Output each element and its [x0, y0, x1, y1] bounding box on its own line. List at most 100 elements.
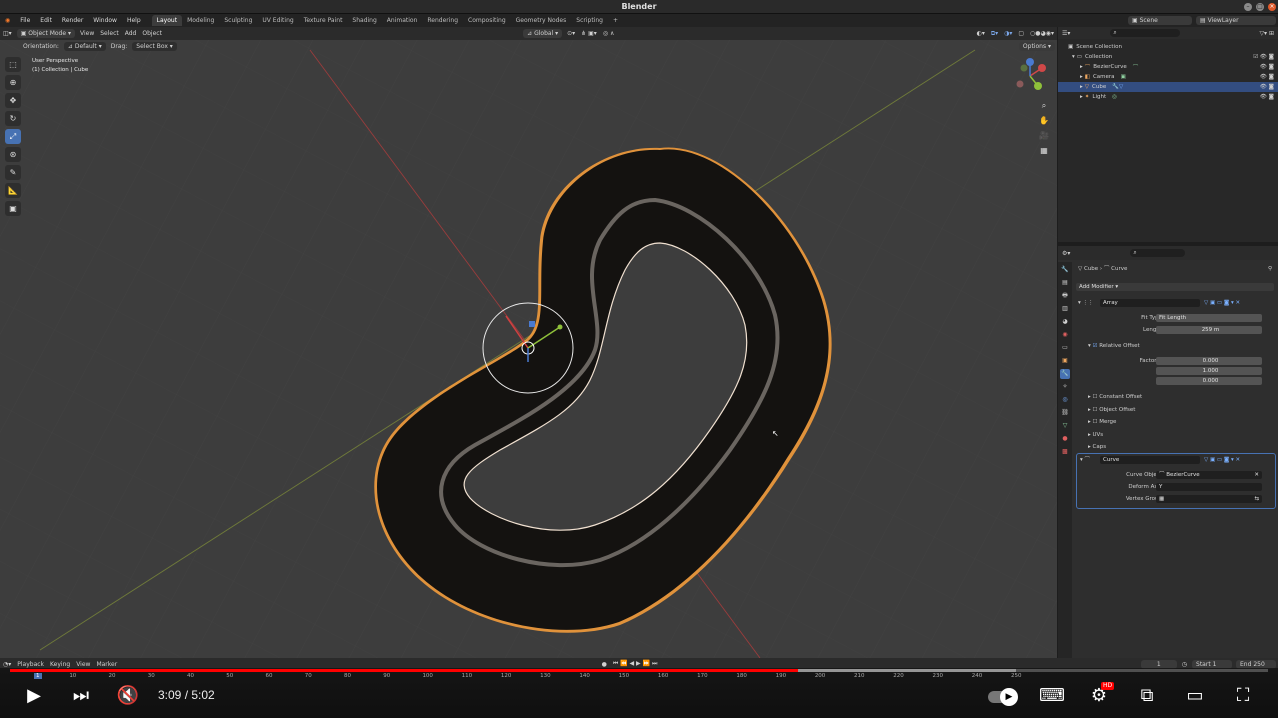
tab-texture-paint[interactable]: Texture Paint — [299, 15, 348, 26]
tab-modeling[interactable]: Modeling — [182, 15, 219, 26]
viewport-menu-view[interactable]: View — [77, 30, 97, 37]
view-layer-selector[interactable]: ▤ ViewLayer — [1196, 16, 1276, 25]
gizmo-toggle-icon[interactable]: ⧉▾ — [988, 30, 1001, 38]
next-video-icon[interactable]: ⏭ — [69, 684, 93, 708]
pan-hand-icon[interactable]: ✋ — [1038, 115, 1050, 127]
array-collapse-icon[interactable]: ▾ ⋮⋮ — [1078, 299, 1094, 307]
view-layer-tab-icon[interactable]: ▥ — [1060, 304, 1070, 314]
light-visibility-icon[interactable]: 👁 ◙ — [1260, 94, 1274, 100]
beziercurve-visibility-icon[interactable]: 👁 ◙ — [1260, 64, 1274, 70]
shading-modes-icon[interactable]: ○●◕◉▾ — [1027, 30, 1057, 37]
menu-help[interactable]: Help — [122, 17, 146, 24]
world-tab-icon[interactable]: ◉ — [1060, 330, 1070, 340]
outliner-item-cube[interactable]: ▸ ▽ Cube 🔧▽ 👁 ◙ — [1058, 82, 1278, 92]
properties-editor-icon[interactable]: ⚙▾ — [1062, 250, 1070, 257]
deform-axis-dropdown[interactable]: Y — [1156, 483, 1262, 491]
relative-offset-toggle[interactable]: ▾ ☑ Relative Offset — [1088, 342, 1140, 350]
cursor-tool-icon[interactable]: ⊕ — [5, 75, 21, 90]
curve-name-field[interactable]: Curve — [1100, 456, 1200, 464]
fullscreen-icon[interactable]: ⛶ — [1231, 684, 1255, 708]
overlay-toggle-icon[interactable]: ◑▾ — [1001, 30, 1015, 37]
timeline-menu-playback[interactable]: Playback — [14, 661, 47, 668]
tab-compositing[interactable]: Compositing — [463, 15, 511, 26]
tab-layout[interactable]: Layout — [151, 15, 183, 26]
tool-tab-icon[interactable]: 🔧 — [1060, 265, 1070, 275]
cube-visibility-icon[interactable]: 👁 ◙ — [1260, 84, 1274, 90]
outliner-collection[interactable]: ▾ ▭ Collection ☑ 👁 ◙ — [1058, 52, 1278, 62]
add-workspace-button[interactable]: + — [608, 15, 623, 26]
menu-window[interactable]: Window — [88, 17, 122, 24]
timeline-menu-marker[interactable]: Marker — [93, 661, 120, 668]
array-name-field[interactable]: Array — [1100, 299, 1200, 307]
mute-icon[interactable]: 🔇 — [116, 684, 140, 708]
curve-collapse-icon[interactable]: ▾ ⌒ — [1080, 456, 1090, 464]
add-modifier-button[interactable]: Add Modifier ▾ — [1076, 283, 1274, 291]
blender-logo-icon[interactable]: ◉ — [0, 17, 15, 24]
viewport-menu-add[interactable]: Add — [122, 30, 140, 37]
invert-icon[interactable]: ⇆ — [1254, 495, 1259, 503]
data-tab-icon[interactable]: ▽ — [1060, 421, 1070, 431]
tab-animation[interactable]: Animation — [382, 15, 423, 26]
autoplay-toggle-icon[interactable]: ▶ — [986, 684, 1018, 708]
editor-type-icon[interactable]: ◫▾ — [0, 30, 15, 37]
vertex-group-field[interactable]: ▦ ⇆ — [1156, 495, 1262, 503]
modifiers-tab-icon[interactable]: 🔧 — [1060, 369, 1070, 379]
physics-tab-icon[interactable]: ◎ — [1060, 395, 1070, 405]
scale-tool-icon[interactable]: ⤢ — [5, 129, 21, 144]
curve-toggle-icons[interactable]: ▽ ▣ ▭ ◙ ▾ ✕ — [1204, 456, 1240, 464]
record-icon[interactable]: ● — [599, 661, 610, 668]
outliner-search-input[interactable]: ⌕ — [1110, 29, 1181, 37]
curve-object-field[interactable]: ⌒ BezierCurve ✕ — [1156, 471, 1262, 479]
viewport-menu-object[interactable]: Object — [139, 30, 165, 37]
snap-icon[interactable]: ⋔ ▣▾ — [578, 30, 600, 37]
scene-selector[interactable]: ▣ Scene — [1128, 16, 1192, 25]
array-toggle-icons[interactable]: ▽ ▣ ▭ ◙ ▾ ✕ — [1204, 299, 1240, 307]
menu-render[interactable]: Render — [57, 17, 88, 24]
outliner-item-camera[interactable]: ▸ ◧ Camera ▣ 👁 ◙ — [1058, 72, 1278, 82]
add-cube-tool-icon[interactable]: ▣ — [5, 201, 21, 216]
timeline-editor-icon[interactable]: ◔▾ — [0, 661, 14, 668]
select-tool-icon[interactable]: ⬚ — [5, 57, 21, 72]
maximize-icon[interactable]: □ — [1256, 3, 1264, 11]
tab-sculpting[interactable]: Sculpting — [219, 15, 257, 26]
video-progress-bar[interactable] — [10, 669, 1268, 672]
pin-icon[interactable]: ⚲ — [1268, 265, 1272, 273]
length-field[interactable]: 259 m — [1156, 326, 1262, 334]
preview-range-icon[interactable]: ◷ — [1179, 661, 1190, 668]
tab-geometry-nodes[interactable]: Geometry Nodes — [511, 15, 572, 26]
filter-icon[interactable]: ▽▾ ⊞ — [1259, 30, 1274, 37]
zoom-icon[interactable]: ⌕ — [1038, 100, 1050, 112]
collection-visibility-icon[interactable]: ☑ 👁 ◙ — [1253, 54, 1274, 60]
annotate-tool-icon[interactable]: ✎ — [5, 165, 21, 180]
viewport-menu-select[interactable]: Select — [97, 30, 122, 37]
expand-arrow-icon[interactable]: ▸ — [1080, 94, 1083, 100]
ortho-grid-icon[interactable]: ▦ — [1038, 145, 1050, 157]
minimize-icon[interactable]: – — [1244, 3, 1252, 11]
timeline-menu-view[interactable]: View — [73, 661, 93, 668]
play-icon[interactable]: ▶ — [22, 684, 46, 708]
properties-search-input[interactable]: ⌕ — [1130, 249, 1186, 257]
transform-tool-icon[interactable]: ⊛ — [5, 147, 21, 162]
output-tab-icon[interactable]: 🖶 — [1060, 291, 1070, 301]
playback-controls-icons[interactable]: ⏮ ⏪ ◀ ▶ ⏩ ⏭ — [610, 660, 661, 668]
menu-edit[interactable]: Edit — [35, 17, 57, 24]
drag-dropdown[interactable]: Select Box ▾ — [132, 42, 177, 51]
object-offset-row[interactable]: ▸ ☐ Object Offset — [1088, 406, 1135, 414]
expand-arrow-icon[interactable]: ▸ — [1080, 64, 1083, 70]
material-tab-icon[interactable]: ● — [1060, 434, 1070, 444]
visibility-icon[interactable]: ◐▾ — [974, 30, 988, 37]
orientation-dropdown[interactable]: ⊿ Default ▾ — [63, 42, 106, 51]
move-tool-icon[interactable]: ✥ — [5, 93, 21, 108]
factor-y-field[interactable]: 1.000 — [1156, 367, 1262, 375]
caps-row[interactable]: ▸ Caps — [1088, 443, 1106, 451]
miniplayer-icon[interactable]: ⧉ — [1135, 684, 1159, 708]
uvs-row[interactable]: ▸ UVs — [1088, 431, 1103, 439]
texture-tab-icon[interactable]: ▩ — [1060, 447, 1070, 457]
object-tab-icon[interactable]: ▣ — [1060, 356, 1070, 366]
clear-icon[interactable]: ✕ — [1254, 471, 1259, 479]
camera-visibility-icon[interactable]: 👁 ◙ — [1260, 74, 1274, 80]
xray-icon[interactable]: ▢ — [1015, 30, 1027, 37]
proportional-edit-icon[interactable]: ◎ ∧ — [600, 30, 618, 37]
expand-arrow-icon[interactable]: ▸ — [1080, 84, 1083, 90]
particles-tab-icon[interactable]: ✧ — [1060, 382, 1070, 392]
